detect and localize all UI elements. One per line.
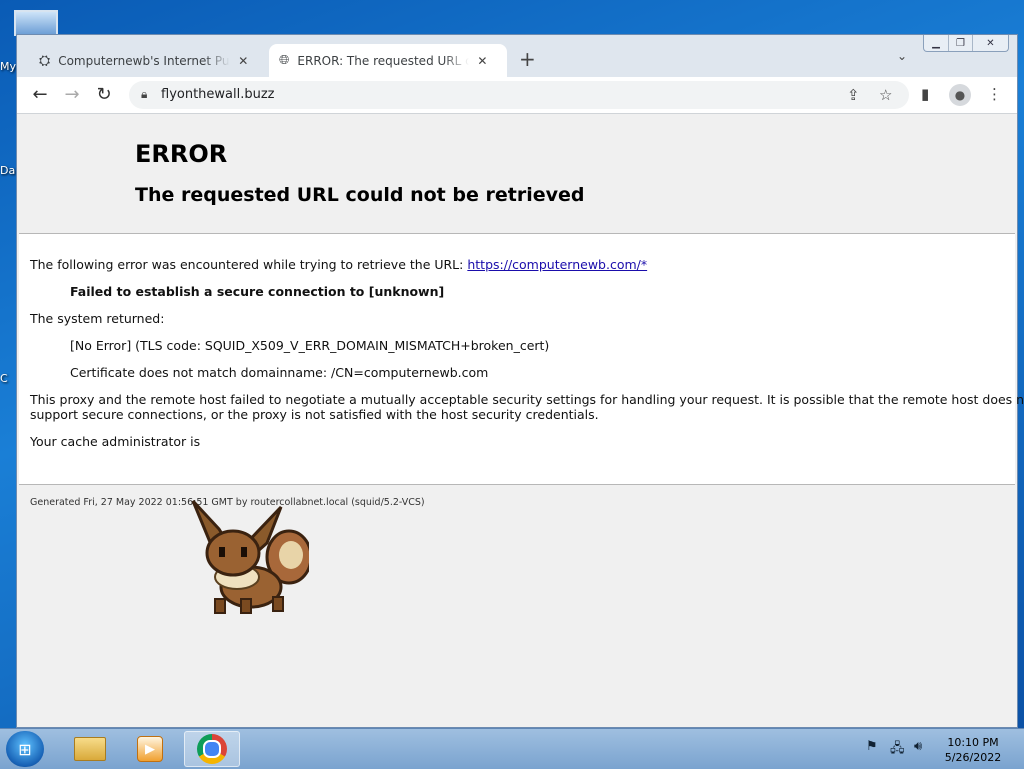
desktop-icon-label[interactable]: Da [0,164,16,177]
intro-paragraph: The following error was encountered whil… [30,257,647,272]
tab-title: ERROR: The requested URL could not be re… [297,53,470,68]
tab-search-button[interactable]: ⌄ [897,49,907,63]
page-subtitle: The requested URL could not be retrieved [135,184,585,206]
tab-title: Computernewb's Internet Pub Hub [58,53,230,68]
browser-toolbar: ← → ↻ 🔒︎ flyonthewall.buzz ⇪ ☆ ▮ ● ⋮ [17,77,1017,114]
system-returned-label: The system returned: [30,311,165,326]
menu-kebab-icon[interactable]: ⋮ [987,85,1002,103]
side-panel-icon[interactable]: ▮ [921,85,929,103]
folder-icon [74,737,106,761]
chrome-taskbar-button[interactable] [184,731,240,767]
restore-button[interactable]: ❐ [948,35,972,51]
share-icon[interactable]: ⇪ [847,86,860,104]
media-player-taskbar-button[interactable]: ▶ [122,731,178,767]
tab-error-page[interactable]: 🌐︎ ERROR: The requested URL could not be… [269,44,507,77]
intro-text: The following error was encountered whil… [30,257,468,272]
error-details-panel: The following error was encountered whil… [19,233,1024,485]
tab-strip: ⛭ Computernewb's Internet Pub Hub ✕ 🌐︎ E… [17,35,1017,77]
page-title: ERROR [135,140,228,168]
minimize-button[interactable]: ▁ [924,35,948,51]
site-favicon-icon: ⛭ [39,52,51,69]
certificate-message: Certificate does not match domainname: /… [70,365,489,380]
failure-message: Failed to establish a secure connection … [70,284,444,299]
globe-icon: 🌐︎ [279,53,290,68]
bookmark-star-icon[interactable]: ☆ [879,86,892,104]
back-button[interactable]: ← [29,84,51,105]
file-explorer-taskbar-button[interactable] [62,731,118,767]
close-window-button[interactable]: ✕ [972,35,1008,51]
tls-code-text: [No Error] (TLS code: SQUID_X509_V_ERR_D… [70,338,550,353]
desktop-icon-label[interactable]: C [0,372,16,385]
page-content: ERROR The requested URL could not be ret… [17,114,1024,727]
window-caption-buttons: ▁ ❐ ✕ [923,35,1009,52]
requested-url-link[interactable]: https://computernewb.com/* [467,257,647,272]
desktop-icon-label[interactable]: My [0,60,16,73]
media-player-icon: ▶ [137,736,163,762]
lock-icon[interactable]: 🔒︎ [141,87,147,102]
chrome-icon [197,734,227,764]
proxy-explanation-line1: This proxy and the remote host failed to… [30,392,1024,407]
clock-time: 10:10 PM [947,736,999,749]
computer-desktop-icon[interactable] [14,10,58,36]
start-button[interactable]: ⊞ [6,731,44,767]
forward-button[interactable]: → [61,84,83,105]
tab-internet-pub-hub[interactable]: ⛭ Computernewb's Internet Pub Hub ✕ [29,44,267,77]
eevee-sprite-image [191,499,309,614]
profile-avatar[interactable]: ● [949,84,971,106]
close-icon[interactable]: ✕ [477,54,487,68]
proxy-explanation-line2: support secure connections, or the proxy… [30,407,599,422]
clock-date: 5/26/2022 [944,751,1002,764]
address-bar[interactable]: 🔒︎ flyonthewall.buzz ⇪ ☆ [129,81,909,109]
browser-window: ⛭ Computernewb's Internet Pub Hub ✕ 🌐︎ E… [16,34,1024,728]
failure-text: Failed to establish a secure connection … [70,284,445,299]
system-clock[interactable]: 10:10 PM 5/26/2022 [940,735,1006,765]
reload-button[interactable]: ↻ [93,84,115,105]
network-icon[interactable]: 🖧︎ [890,739,905,761]
url-text[interactable]: flyonthewall.buzz [161,87,275,102]
volume-icon[interactable]: 🔊︎ [914,739,922,754]
action-center-flag-icon[interactable]: ⚑ [866,739,878,754]
cache-admin-text: Your cache administrator is [30,434,201,449]
new-tab-button[interactable]: + [519,47,536,71]
taskbar: ⊞ ▶ ⚑ 🖧︎ 🔊︎ 10:10 PM 5/26/2022 [0,728,1024,769]
error-header: ERROR The requested URL could not be ret… [17,114,1017,232]
close-icon[interactable]: ✕ [238,54,248,68]
